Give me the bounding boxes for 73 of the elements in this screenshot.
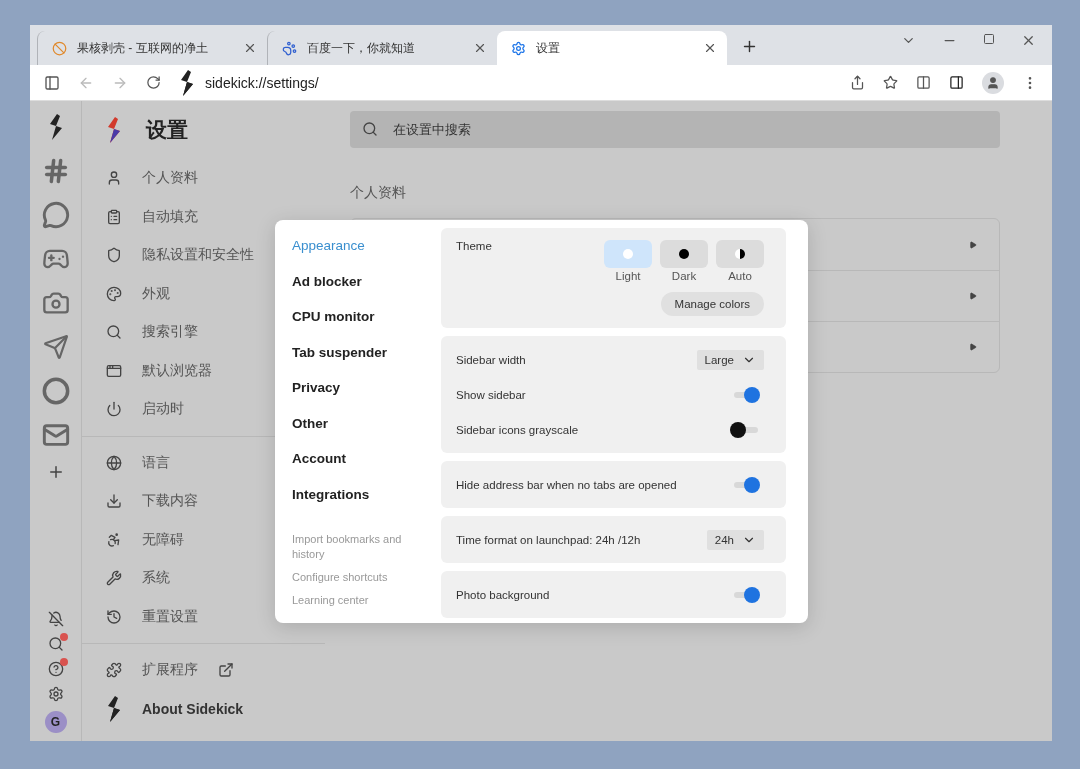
settings-nav-item[interactable]: 自动填充 [82,197,325,236]
dialog-nav-item[interactable]: CPU monitor [292,309,441,345]
shield-icon [106,247,122,264]
dialog-nav-item[interactable]: Account [292,451,441,487]
ban-icon [52,40,67,56]
close-icon[interactable] [1021,33,1036,48]
browser-window-icon [106,362,122,379]
row-label: Sidebar width [456,353,526,366]
row-label: Theme [456,240,492,254]
row-label: Sidebar icons grayscale [456,423,579,436]
search-icon [362,121,378,137]
row-label: Time format on launchpad: 24h /12h [456,533,641,546]
paw-icon [282,40,297,56]
dialog-nav-item[interactable]: Other [292,415,441,451]
avatar[interactable]: G [44,711,67,733]
about-link[interactable]: About Sidekick [82,689,325,728]
settings-title: 设置 [146,117,188,143]
filled-circle-icon [678,248,690,260]
dropdown[interactable]: Large [696,349,764,370]
manage-colors-button[interactable]: Manage colors [660,292,764,316]
caret-icon[interactable] [969,240,977,249]
puzzle-icon [106,662,122,679]
sidebar-icon[interactable] [44,74,60,91]
profile-icon[interactable] [982,71,1004,94]
maximize-icon[interactable] [983,33,995,45]
toggle-switch[interactable] [734,386,760,403]
side-panel-icon[interactable] [949,75,964,90]
address-field[interactable]: sidekick://settings/ [205,74,319,91]
search-field[interactable]: 在设置中搜索 [350,111,1000,148]
palette-icon [106,285,122,302]
dialog-nav-item[interactable]: Tab suspender [292,344,441,380]
close-icon[interactable] [703,41,717,55]
dialog-nav-item[interactable]: Integrations [292,486,441,522]
clipboard-icon [106,208,122,225]
dialog-nav-item[interactable]: Privacy [292,380,441,416]
filled-circle-icon [622,248,634,260]
bolt-logo-icon [179,69,195,96]
row-label: Photo background [456,588,550,601]
caret-icon[interactable] [969,343,977,351]
settings-icon[interactable] [47,686,64,702]
accessibility-icon [106,531,122,548]
toggle-switch[interactable] [734,476,760,493]
section-heading: 个人资料 [350,184,407,202]
bolt-logo-icon [106,695,122,722]
close-icon[interactable] [243,41,257,55]
share-icon[interactable] [850,75,865,90]
history-icon [106,608,122,625]
star-icon[interactable] [883,75,898,90]
toggle-switch[interactable] [734,586,760,603]
close-icon[interactable] [473,41,487,55]
extensions-link[interactable]: 扩展程序 [82,651,325,690]
search-icon [106,324,122,341]
settings-icon [511,40,526,56]
settings-nav-item[interactable]: 个人资料 [82,159,325,198]
row-label: Show sidebar [456,388,526,401]
wrench-icon [106,570,122,587]
sidekick-logo-icon [106,117,122,143]
external-link-icon [218,662,234,679]
globe-icon [106,454,122,471]
person-icon [106,170,122,187]
browser-tab[interactable]: 设置 [497,31,727,65]
power-icon [106,401,122,418]
split-view-icon[interactable] [916,75,931,90]
download-icon [106,493,122,510]
half-circle-icon [734,248,746,260]
caret-icon[interactable] [969,292,977,300]
row-label: Hide address bar when no tabs are opened [456,478,677,491]
dialog-nav-item[interactable]: Ad blocker [292,273,441,309]
dropdown[interactable]: 24h [706,529,764,550]
reload-icon[interactable] [146,75,161,90]
new-tab-icon[interactable] [741,38,758,55]
bell-off-icon[interactable] [47,611,64,627]
dialog-nav-item[interactable]: Appearance [292,238,441,274]
